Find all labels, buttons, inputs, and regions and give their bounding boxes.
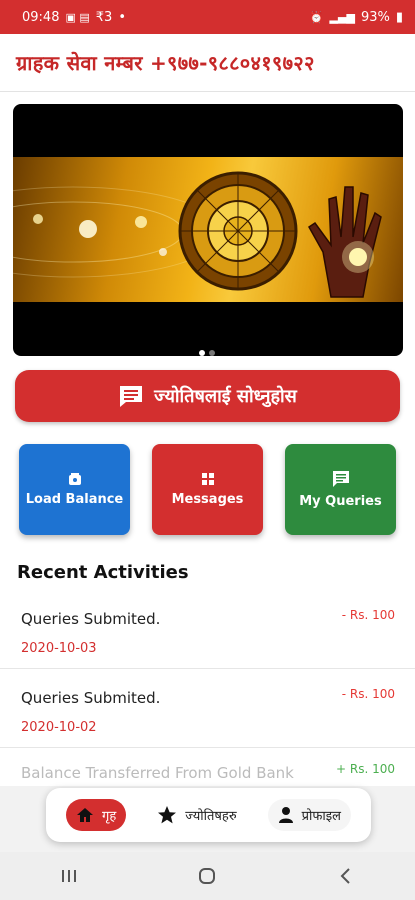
home-circle-icon xyxy=(199,868,216,884)
back-button[interactable] xyxy=(326,861,366,891)
recent-apps-button[interactable] xyxy=(49,861,89,891)
status-time: 09:48 xyxy=(22,9,60,25)
recent-apps-icon xyxy=(62,870,77,882)
load-balance-label: Load Balance xyxy=(25,492,124,507)
chat-icon xyxy=(332,471,349,487)
battery-icon: ▮ xyxy=(395,9,403,25)
carousel-dot[interactable] xyxy=(209,350,215,356)
nav-profile[interactable]: प्रोफाइल xyxy=(267,799,351,831)
grid-icon xyxy=(201,473,214,485)
status-indicators: ₹3 xyxy=(95,9,113,25)
activity-title: Balance Transferred From Gold Bank xyxy=(21,764,294,782)
messages-tile[interactable]: Messages xyxy=(152,444,263,535)
wallet-icon xyxy=(68,473,81,485)
nav-home-label: गृह xyxy=(102,809,117,824)
recent-activities-heading: Recent Activities xyxy=(17,562,189,583)
activity-item[interactable]: Queries Submited. 2020-10-02 - Rs. 100 xyxy=(0,669,415,748)
load-balance-tile[interactable]: Load Balance xyxy=(19,444,130,535)
ask-astrologer-label: ज्योतिषलाई सोध्नुहोस xyxy=(154,386,297,407)
zodiac-illustration xyxy=(13,171,382,298)
activity-item[interactable]: Queries Submited. 2020-10-03 - Rs. 100 xyxy=(0,590,415,669)
activity-item[interactable]: Balance Transferred From Gold Bank + Rs.… xyxy=(0,748,415,786)
page-title: ग्राहक सेवा नम्बर +९७७-९८८०४१९७२२ xyxy=(16,51,315,75)
signal-icon: ▂▄▆ xyxy=(329,10,355,24)
activity-date: 2020-10-02 xyxy=(21,720,97,735)
home-button[interactable] xyxy=(187,861,227,891)
banner-carousel[interactable] xyxy=(13,104,403,356)
zodiac-banner-image xyxy=(13,157,403,302)
activity-amount: + Rs. 100 xyxy=(336,762,395,776)
status-bar: 09:48 ▣ ▤ ₹3 • ⏰ ▂▄▆ 93% ▮ xyxy=(0,0,415,34)
home-icon xyxy=(77,808,93,822)
back-icon xyxy=(340,868,350,884)
activity-title: Queries Submited. xyxy=(21,689,161,707)
star-icon xyxy=(158,806,177,824)
messages-label: Messages xyxy=(171,492,244,507)
nav-home[interactable]: गृह xyxy=(66,799,127,831)
dot-icon: • xyxy=(118,9,126,25)
alarm-icon: ⏰ xyxy=(309,10,324,24)
message-icon xyxy=(120,386,143,407)
activity-date: 2020-10-03 xyxy=(21,641,97,656)
nav-profile-label: प्रोफाइल xyxy=(301,809,341,824)
nav-astrologers-label: ज्योतिषहरु xyxy=(185,809,237,824)
carousel-dot-active[interactable] xyxy=(199,350,205,356)
notification-icons: ▣ ▤ xyxy=(65,10,90,24)
main-content: ज्योतिषलाई सोध्नुहोस Load Balance Messag… xyxy=(0,92,415,786)
ask-astrologer-button[interactable]: ज्योतिषलाई सोध्नुहोस xyxy=(15,370,400,422)
activity-title: Queries Submited. xyxy=(21,610,161,628)
system-navigation-bar xyxy=(0,852,415,900)
my-queries-tile[interactable]: My Queries xyxy=(285,444,396,535)
status-right: ⏰ ▂▄▆ 93% ▮ xyxy=(310,10,403,25)
status-left: 09:48 ▣ ▤ ₹3 • xyxy=(22,10,126,25)
bottom-navigation: गृह ज्योतिषहरु प्रोफाइल xyxy=(46,788,371,842)
activity-amount: - Rs. 100 xyxy=(341,687,395,701)
my-queries-label: My Queries xyxy=(299,494,382,509)
header: ग्राहक सेवा नम्बर +९७७-९८८०४१९७२२ xyxy=(0,34,415,92)
activity-amount: - Rs. 100 xyxy=(341,608,395,622)
person-icon xyxy=(278,807,293,823)
battery-text: 93% xyxy=(360,9,390,25)
nav-astrologers[interactable]: ज्योतिषहरु xyxy=(147,799,246,831)
